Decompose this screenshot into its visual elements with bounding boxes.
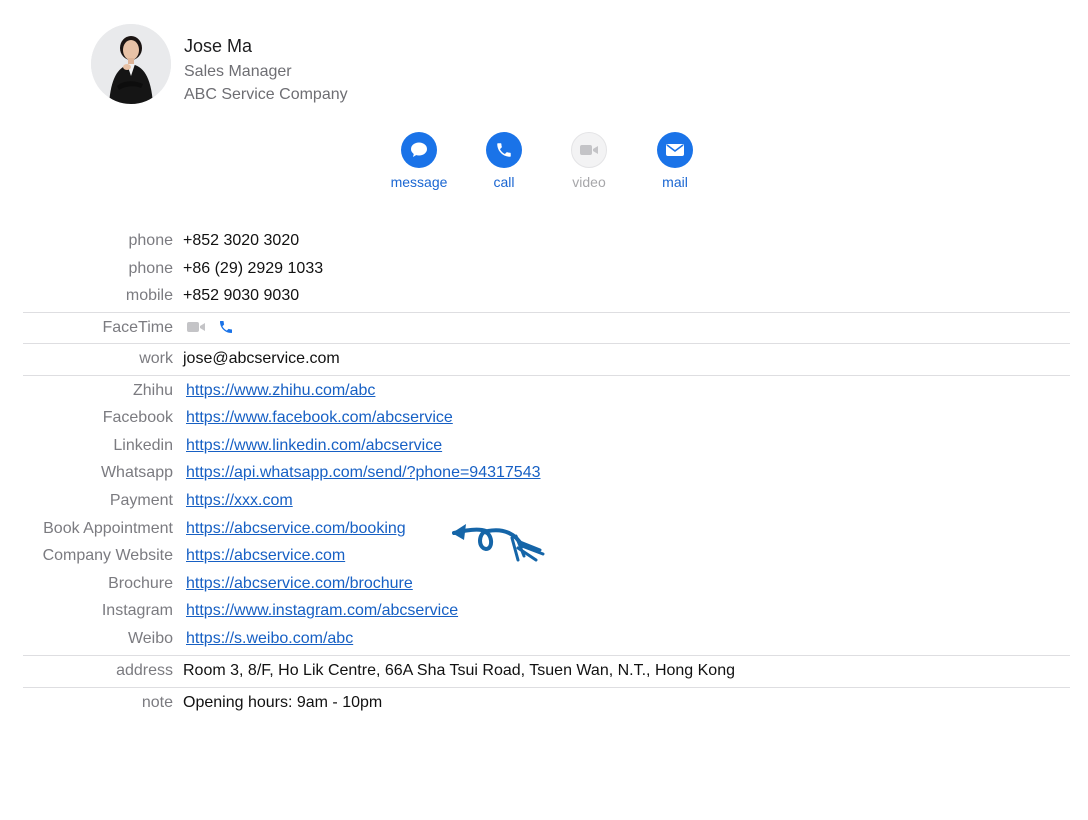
contact-company: ABC Service Company <box>184 86 348 103</box>
url-link[interactable]: https://abcservice.com/brochure <box>186 575 413 593</box>
facetime-video-icon[interactable] <box>186 320 206 334</box>
mobile-value[interactable]: +852 9030 9030 <box>183 287 299 305</box>
url-row-whatsapp: Whatsapp https://api.whatsapp.com/send/?… <box>0 464 1088 488</box>
url-label: Book Appointment <box>43 520 173 537</box>
mobile-row: mobile +852 9030 9030 <box>0 287 1088 311</box>
url-label: Linkedin <box>113 437 173 454</box>
phone-value[interactable]: +852 3020 3020 <box>183 232 299 250</box>
url-row-linkedin: Linkedin https://www.linkedin.com/abcser… <box>0 437 1088 461</box>
divider <box>23 655 1070 656</box>
url-link[interactable]: https://xxx.com <box>186 492 293 510</box>
address-label: address <box>116 662 173 679</box>
divider <box>23 312 1070 313</box>
divider <box>23 343 1070 344</box>
url-label: Company Website <box>42 547 173 564</box>
url-label: Instagram <box>101 602 173 619</box>
divider <box>23 375 1070 376</box>
contact-job-title: Sales Manager <box>184 63 292 80</box>
url-label: Facebook <box>102 409 173 426</box>
url-row-payment: Payment https://xxx.com <box>0 492 1088 516</box>
url-row-instagram: Instagram https://www.instagram.com/abcs… <box>0 602 1088 626</box>
mail-button[interactable]: mail <box>630 132 720 190</box>
message-button[interactable]: message <box>374 132 464 190</box>
message-label: message <box>390 174 448 190</box>
address-value[interactable]: Room 3, 8/F, Ho Lik Centre, 66A Sha Tsui… <box>183 662 735 680</box>
call-button[interactable]: call <box>459 132 549 190</box>
url-row-facebook: Facebook https://www.facebook.com/abcser… <box>0 409 1088 433</box>
annotation-arrow-icon <box>452 524 545 562</box>
message-icon <box>401 132 437 168</box>
facetime-actions <box>186 319 234 335</box>
phone-icon <box>486 132 522 168</box>
contact-header: Jose Ma Sales Manager ABC Service Compan… <box>0 0 1088 120</box>
url-link[interactable]: https://abcservice.com <box>186 547 345 565</box>
url-row-zhihu: Zhihu https://www.zhihu.com/abc <box>0 382 1088 406</box>
url-label: Weibo <box>127 630 173 647</box>
avatar <box>91 24 171 104</box>
url-label: Zhihu <box>132 382 173 399</box>
note-row: note Opening hours: 9am - 10pm <box>0 694 1088 718</box>
person-photo-icon <box>91 24 171 104</box>
url-row-weibo: Weibo https://s.weibo.com/abc <box>0 630 1088 654</box>
url-link[interactable]: https://www.instagram.com/abcservice <box>186 602 458 620</box>
phone-label: phone <box>128 232 174 249</box>
video-label: video <box>572 174 606 190</box>
url-label: Whatsapp <box>100 464 173 481</box>
url-link[interactable]: https://www.linkedin.com/abcservice <box>186 437 442 455</box>
phone-row: phone +86 (29) 2929 1033 <box>0 260 1088 284</box>
email-row: work jose@abcservice.com <box>0 350 1088 374</box>
url-label: Payment <box>109 492 173 509</box>
video-button[interactable]: video <box>544 132 634 190</box>
url-link[interactable]: https://www.facebook.com/abcservice <box>186 409 453 427</box>
url-label: Brochure <box>108 575 173 592</box>
call-label: call <box>493 174 515 190</box>
url-link[interactable]: https://abcservice.com/booking <box>186 520 406 538</box>
mobile-label: mobile <box>125 287 173 304</box>
email-value[interactable]: jose@abcservice.com <box>183 350 340 368</box>
facetime-row: FaceTime <box>0 319 1088 343</box>
email-label: work <box>139 350 173 367</box>
url-link[interactable]: https://api.whatsapp.com/send/?phone=943… <box>186 464 541 482</box>
phone-value[interactable]: +86 (29) 2929 1033 <box>183 260 323 278</box>
contact-name: Jose Ma <box>184 36 253 56</box>
url-link[interactable]: https://www.zhihu.com/abc <box>186 382 375 400</box>
phone-row: phone +852 3020 3020 <box>0 232 1088 256</box>
url-row-brochure: Brochure https://abcservice.com/brochure <box>0 575 1088 599</box>
mail-label: mail <box>662 174 688 190</box>
mail-icon <box>657 132 693 168</box>
facetime-audio-icon[interactable] <box>218 319 234 335</box>
address-row: address Room 3, 8/F, Ho Lik Centre, 66A … <box>0 662 1088 686</box>
url-link[interactable]: https://s.weibo.com/abc <box>186 630 353 648</box>
note-value[interactable]: Opening hours: 9am - 10pm <box>183 694 382 712</box>
action-bar: message call video mail <box>0 132 1088 196</box>
video-icon <box>571 132 607 168</box>
phone-label: phone <box>128 260 174 277</box>
facetime-label: FaceTime <box>102 319 173 336</box>
divider <box>23 687 1070 688</box>
note-label: note <box>141 694 173 711</box>
